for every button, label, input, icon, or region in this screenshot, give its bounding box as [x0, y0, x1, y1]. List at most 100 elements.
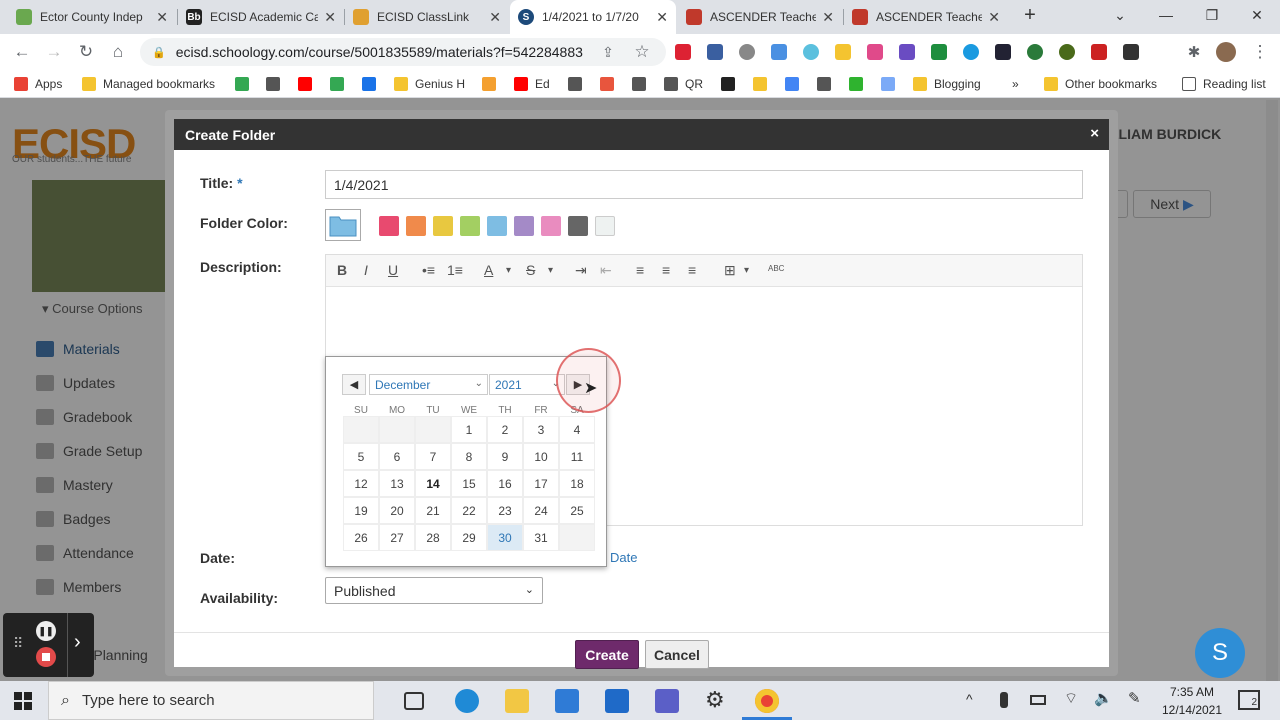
menu-icon[interactable]: ⋮	[1246, 38, 1274, 66]
close-tab-icon[interactable]: ✕	[656, 9, 668, 26]
bookmark-item[interactable]	[362, 76, 383, 92]
tab-3-active[interactable]: S 1/4/2021 to 1/7/20 ✕	[510, 0, 676, 34]
extensions-puzzle-icon[interactable]: ✱	[1180, 38, 1208, 66]
extension-icon[interactable]	[675, 44, 691, 60]
bookmark-item[interactable]: Genius H	[394, 76, 465, 92]
stop-icon[interactable]	[36, 647, 56, 667]
bookmark-item[interactable]	[849, 76, 870, 92]
day-cell[interactable]: 22	[451, 497, 487, 524]
store-icon[interactable]	[555, 689, 579, 713]
task-view-icon[interactable]	[404, 692, 424, 710]
extension-icon[interactable]	[963, 44, 979, 60]
bookmark-star-icon[interactable]: ☆	[628, 38, 656, 66]
font-color-button[interactable]: A	[484, 262, 493, 278]
color-swatch[interactable]	[541, 216, 561, 236]
color-swatch[interactable]	[460, 216, 480, 236]
bookmark-item[interactable]: QR	[664, 76, 703, 92]
taskbar-search[interactable]: ⌕ Type here to search	[48, 681, 374, 720]
teams-icon[interactable]	[655, 689, 679, 713]
back-icon[interactable]: ←	[8, 38, 36, 66]
day-cell[interactable]: 2	[487, 416, 523, 443]
day-cell[interactable]: 19	[343, 497, 379, 524]
strikethrough-button[interactable]: S	[526, 262, 535, 278]
file-explorer-icon[interactable]	[505, 689, 529, 713]
day-cell[interactable]: 29	[451, 524, 487, 551]
day-cell[interactable]: 4	[559, 416, 595, 443]
windows-start-icon[interactable]	[14, 692, 32, 710]
close-tab-icon[interactable]: ✕	[156, 9, 168, 26]
day-cell[interactable]: 26	[343, 524, 379, 551]
battery-icon[interactable]	[1030, 695, 1046, 705]
day-cell[interactable]: 6	[379, 443, 415, 470]
align-center-button[interactable]: ≡	[662, 262, 670, 278]
day-cell[interactable]: 25	[559, 497, 595, 524]
day-cell[interactable]: 12	[343, 470, 379, 497]
bookmark-item[interactable]	[568, 76, 589, 92]
reload-icon[interactable]: ↻	[72, 38, 100, 66]
year-select[interactable]: 2021 ⌄	[489, 374, 565, 395]
volume-icon[interactable]: 🔈	[1094, 689, 1113, 707]
extension-icon[interactable]	[835, 44, 851, 60]
bookmark-item[interactable]	[600, 76, 621, 92]
expand-arrow-icon[interactable]: ›	[74, 631, 81, 654]
day-cell[interactable]: 21	[415, 497, 451, 524]
date-link[interactable]: Date	[610, 550, 637, 565]
tab-search-icon[interactable]: ⌄	[1097, 0, 1143, 30]
day-cell[interactable]: 7	[415, 443, 451, 470]
share-icon[interactable]: ⇪	[594, 38, 622, 66]
extension-icon[interactable]	[867, 44, 883, 60]
color-swatch[interactable]	[595, 216, 615, 236]
day-cell[interactable]: 11	[559, 443, 595, 470]
selected-folder-color[interactable]	[325, 209, 361, 241]
bookmark-item[interactable]: Blogging	[913, 76, 981, 92]
notification-icon[interactable]: 2	[1238, 690, 1260, 710]
extension-icon[interactable]	[995, 44, 1011, 60]
settings-gear-icon[interactable]: ⚙	[705, 687, 725, 713]
color-swatch[interactable]	[487, 216, 507, 236]
day-cell[interactable]: 13	[379, 470, 415, 497]
day-cell[interactable]: 28	[415, 524, 451, 551]
tab-5[interactable]: ASCENDER Teacher ✕	[844, 0, 1008, 34]
day-cell[interactable]: 10	[523, 443, 559, 470]
tab-0[interactable]: Ector County Indep ✕	[8, 0, 176, 34]
drag-handle-icon[interactable]: ⠿	[13, 635, 23, 652]
forward-icon[interactable]: →	[40, 38, 68, 66]
color-swatch[interactable]	[514, 216, 534, 236]
extension-icon[interactable]	[803, 44, 819, 60]
bookmark-item[interactable]	[330, 76, 351, 92]
day-cell[interactable]: 18	[559, 470, 595, 497]
usb-icon[interactable]	[1000, 692, 1008, 708]
bookmark-item[interactable]	[298, 76, 319, 92]
dropdown-caret-icon[interactable]: ▾	[548, 265, 553, 276]
bookmark-item[interactable]	[817, 76, 838, 92]
day-cell[interactable]: 8	[451, 443, 487, 470]
dropdown-caret-icon[interactable]: ▾	[744, 265, 749, 276]
bookmark-item[interactable]	[235, 76, 256, 92]
extension-icon[interactable]	[1059, 44, 1075, 60]
title-input[interactable]	[325, 170, 1083, 199]
new-tab-button[interactable]: +	[1010, 0, 1050, 30]
bookmark-item[interactable]	[721, 76, 742, 92]
day-cell[interactable]: 16	[487, 470, 523, 497]
create-button[interactable]: Create	[575, 640, 639, 669]
day-cell[interactable]: 24	[523, 497, 559, 524]
day-cell[interactable]: 30	[487, 524, 523, 551]
color-swatch[interactable]	[568, 216, 588, 236]
day-cell[interactable]: 27	[379, 524, 415, 551]
close-tab-icon[interactable]: ✕	[324, 9, 336, 26]
spellcheck-button[interactable]: ABC	[768, 264, 784, 273]
wifi-icon[interactable]: ⌔	[1064, 689, 1078, 708]
close-icon[interactable]: ×	[1090, 125, 1099, 142]
pen-icon[interactable]: ✎	[1128, 689, 1141, 707]
dropdown-caret-icon[interactable]: ▾	[506, 265, 511, 276]
day-cell[interactable]: 1	[451, 416, 487, 443]
color-swatch[interactable]	[379, 216, 399, 236]
bookmark-item[interactable]	[632, 76, 653, 92]
numbered-list-button[interactable]: 1≡	[447, 262, 463, 278]
mail-icon[interactable]	[605, 689, 629, 713]
show-hidden-icons[interactable]: ^	[966, 691, 973, 707]
minimize-icon[interactable]: —	[1143, 0, 1189, 30]
close-window-icon[interactable]: ✕	[1234, 0, 1280, 30]
bookmark-item[interactable]: Managed bookmarks	[82, 76, 215, 92]
color-swatch[interactable]	[406, 216, 426, 236]
